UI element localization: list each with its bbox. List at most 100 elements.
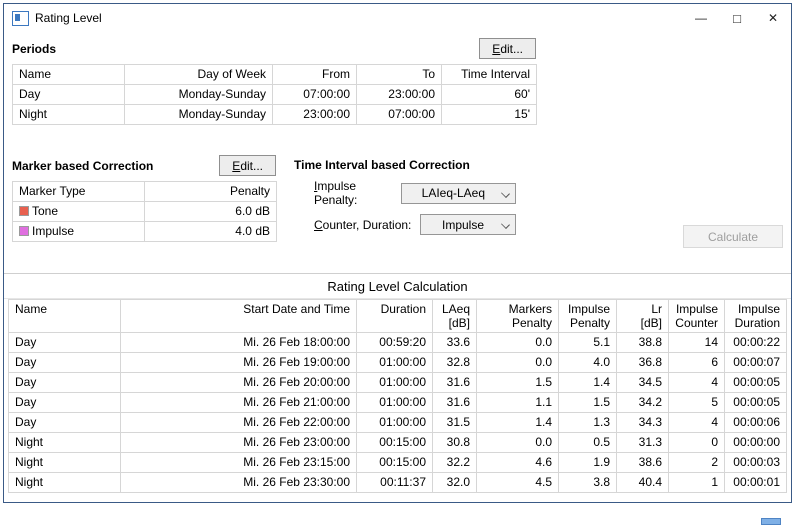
table-cell: 01:00:00 <box>357 353 433 373</box>
column-header: ImpulseDuration <box>725 300 787 333</box>
table-cell: 00:00:05 <box>725 373 787 393</box>
table-cell: 36.8 <box>617 353 669 373</box>
table-cell: 6 <box>669 353 725 373</box>
table-cell: 3.8 <box>559 473 617 493</box>
table-row: Day Monday-Sunday 07:00:00 23:00:00 60' <box>13 85 537 105</box>
table-header-row: Name Start Date and Time Duration LAeq[d… <box>9 300 787 333</box>
table-row: Day Mi. 26 Feb 19:00:00 01:00:00 32.8 0.… <box>9 353 787 373</box>
table-cell: Mi. 26 Feb 23:00:00 <box>121 433 357 453</box>
table-cell: Day <box>9 333 121 353</box>
periods-table: Name Day of Week From To Time Interval D… <box>12 64 537 125</box>
table-cell: 1.5 <box>559 393 617 413</box>
app-icon <box>12 11 29 26</box>
table-cell: 32.2 <box>433 453 477 473</box>
table-cell: 4.6 <box>477 453 559 473</box>
corrections-section: Marker based Correction Edit... Marker T… <box>4 155 791 259</box>
table-cell: 32.8 <box>433 353 477 373</box>
table-cell: 30.8 <box>433 433 477 453</box>
impulse-penalty-value: LAIeq-LAeq <box>422 186 485 200</box>
minimize-button[interactable]: — <box>683 4 719 32</box>
table-cell: Tone <box>13 202 145 222</box>
table-cell: Mi. 26 Feb 23:30:00 <box>121 473 357 493</box>
window-controls: — □ ✕ <box>683 4 791 32</box>
table-cell: 4.0 <box>559 353 617 373</box>
rating-level-calculation-section: Rating Level Calculation Name Start Date… <box>4 273 791 531</box>
counter-duration-label: Counter, Duration: <box>314 218 411 232</box>
titlebar: Rating Level — □ ✕ <box>4 4 791 32</box>
table-cell: Mi. 26 Feb 22:00:00 <box>121 413 357 433</box>
counter-duration-select[interactable]: Impulse <box>420 214 516 235</box>
table-cell: 0.0 <box>477 433 559 453</box>
marker-edit-button[interactable]: Edit... <box>219 155 276 176</box>
table-row: Day Mi. 26 Feb 20:00:00 01:00:00 31.6 1.… <box>9 373 787 393</box>
table-cell: 6.0 dB <box>145 202 277 222</box>
column-header: Name <box>9 300 121 333</box>
tone-marker-swatch <box>19 206 29 216</box>
periods-edit-button[interactable]: Edit... <box>479 38 536 59</box>
calculate-button[interactable]: Calculate <box>683 225 783 248</box>
table-cell: Mi. 26 Feb 19:00:00 <box>121 353 357 373</box>
periods-label: Periods <box>12 42 56 56</box>
table-row: Day Mi. 26 Feb 22:00:00 01:00:00 31.5 1.… <box>9 413 787 433</box>
table-cell: Monday-Sunday <box>125 105 273 125</box>
table-cell: 00:00:07 <box>725 353 787 373</box>
table-cell: Mi. 26 Feb 21:00:00 <box>121 393 357 413</box>
close-button[interactable]: ✕ <box>755 4 791 32</box>
table-cell: 00:11:37 <box>357 473 433 493</box>
chevron-down-icon <box>501 220 510 229</box>
table-cell: 00:00:03 <box>725 453 787 473</box>
table-cell: 01:00:00 <box>357 413 433 433</box>
table-row: Night Mi. 26 Feb 23:30:00 00:11:37 32.0 … <box>9 473 787 493</box>
table-row: Day Mi. 26 Feb 18:00:00 00:59:20 33.6 0.… <box>9 333 787 353</box>
table-cell: 31.6 <box>433 393 477 413</box>
impulse-penalty-label: Impulse Penalty: <box>314 179 401 207</box>
marker-correction-label: Marker based Correction <box>12 159 153 173</box>
maximize-button[interactable]: □ <box>719 4 755 32</box>
table-cell: 14 <box>669 333 725 353</box>
table-row: Night Mi. 26 Feb 23:15:00 00:15:00 32.2 … <box>9 453 787 473</box>
column-header: Lr[dB] <box>617 300 669 333</box>
column-header: MarkersPenalty <box>477 300 559 333</box>
table-cell: Day <box>9 413 121 433</box>
table-cell: 38.6 <box>617 453 669 473</box>
table-row: Day Mi. 26 Feb 21:00:00 01:00:00 31.6 1.… <box>9 393 787 413</box>
column-header: LAeq[dB] <box>433 300 477 333</box>
table-header-row: Name Day of Week From To Time Interval <box>13 65 537 85</box>
table-cell: Night <box>9 453 121 473</box>
table-cell: 00:00:05 <box>725 393 787 413</box>
table-cell: 00:00:01 <box>725 473 787 493</box>
table-cell: 60' <box>442 85 537 105</box>
table-cell: 1.4 <box>559 373 617 393</box>
calculation-table: Name Start Date and Time Duration LAeq[d… <box>8 299 787 493</box>
table-cell: 23:00:00 <box>273 105 357 125</box>
table-cell: 2 <box>669 453 725 473</box>
impulse-penalty-select[interactable]: LAIeq-LAeq <box>401 183 516 204</box>
table-cell: Mi. 26 Feb 18:00:00 <box>121 333 357 353</box>
column-header: To <box>357 65 442 85</box>
impulse-marker-swatch <box>19 226 29 236</box>
counter-duration-value: Impulse <box>442 218 484 232</box>
table-cell: 0.5 <box>559 433 617 453</box>
table-cell: 15' <box>442 105 537 125</box>
table-row: Night Mi. 26 Feb 23:00:00 00:15:00 30.8 … <box>9 433 787 453</box>
column-header: ImpulsePenalty <box>559 300 617 333</box>
table-cell: Night <box>9 473 121 493</box>
table-cell: Impulse <box>13 222 145 242</box>
column-header: Penalty <box>145 182 277 202</box>
table-cell: 38.8 <box>617 333 669 353</box>
table-cell: 4.0 dB <box>145 222 277 242</box>
time-correction-label: Time Interval based Correction <box>294 158 516 172</box>
table-cell: 5.1 <box>559 333 617 353</box>
table-cell: 1.1 <box>477 393 559 413</box>
table-cell: 1.5 <box>477 373 559 393</box>
table-cell: 00:00:06 <box>725 413 787 433</box>
column-header: Time Interval <box>442 65 537 85</box>
horizontal-scrollbar-thumb[interactable] <box>761 518 781 525</box>
table-row: Impulse 4.0 dB <box>13 222 277 242</box>
table-cell: 00:15:00 <box>357 433 433 453</box>
window-title: Rating Level <box>35 11 102 25</box>
table-cell: 23:00:00 <box>357 85 442 105</box>
column-header: Day of Week <box>125 65 273 85</box>
table-cell: Day <box>9 353 121 373</box>
column-header: Marker Type <box>13 182 145 202</box>
